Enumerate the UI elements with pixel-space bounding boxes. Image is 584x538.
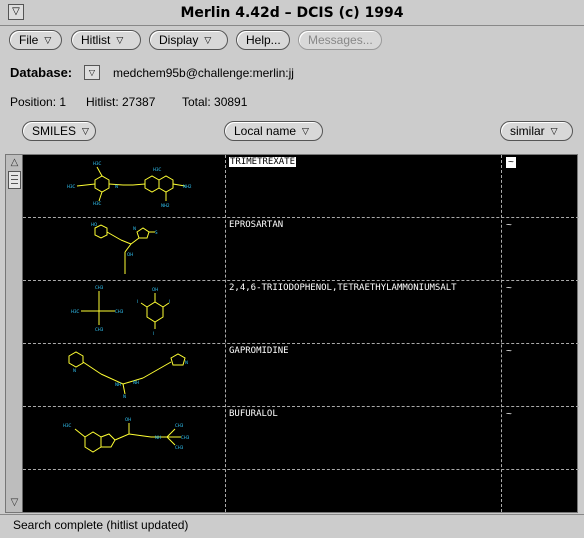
compound-name[interactable]: 2,4,6-TRIIODOPHENOL,TETRAETHYLAMMONIUMSA… — [229, 283, 457, 293]
structure-depiction: H3C H3C H3C N NH2 NH2 H3C — [67, 161, 192, 208]
structure-depiction: OH NH H3C CH3 CH3 CH3 — [63, 417, 190, 453]
svg-text:OH: OH — [152, 287, 158, 292]
database-label: Database: — [10, 65, 73, 80]
similarity-value: ~ — [506, 409, 512, 420]
smiles-column-label: SMILES — [32, 124, 77, 138]
table-row[interactable]: CH3 H3C CH3 CH3 OH I I I 2,4,6-TRIIODOPHENOL,… — [23, 281, 579, 344]
svg-text:NH2: NH2 — [161, 203, 170, 208]
local-name-column-label: Local name — [234, 124, 297, 138]
svg-text:H3C: H3C — [71, 309, 80, 314]
svg-text:I: I — [137, 299, 138, 304]
svg-text:CH3: CH3 — [175, 423, 184, 428]
position-readout: Position: 1 — [10, 95, 67, 109]
svg-text:CH3: CH3 — [95, 285, 104, 290]
svg-text:I: I — [153, 331, 154, 336]
display-menu-label: Display — [159, 33, 199, 47]
local-name-column-button[interactable]: Local name ▽ — [224, 121, 323, 141]
similarity-value: ~ — [506, 283, 512, 294]
table-row[interactable]: H3C H3C H3C N NH2 NH2 H3C TRIMETREXATE ~ — [23, 155, 579, 218]
hitlist-table: △ ▽ H3CH3CH3C NNH2NH2 H3C TRIMETREXA — [5, 154, 579, 513]
svg-text:N: N — [73, 368, 76, 373]
svg-text:H3C: H3C — [63, 423, 72, 428]
help-button-label: Help... — [246, 33, 281, 47]
chevron-down-icon: ▽ — [82, 126, 89, 136]
svg-text:NH2: NH2 — [183, 184, 192, 189]
hitlist-menu-label: Hitlist — [81, 33, 111, 47]
structure-depiction: CH3 H3C CH3 CH3 OH I I I — [71, 285, 170, 336]
svg-text:N: N — [133, 226, 136, 231]
title-bar: ▽ Merlin 4.42d – DCIS (c) 1994 — [0, 0, 584, 26]
compound-name[interactable]: BUFURALOL — [229, 409, 278, 419]
total-count: Total: 30891 — [182, 95, 248, 109]
chevron-down-icon: ▽ — [44, 35, 52, 45]
scroll-thumb[interactable] — [8, 171, 21, 189]
similar-column-label: similar — [510, 124, 545, 138]
chevron-down-icon: ▽ — [204, 35, 212, 45]
file-menu-button[interactable]: File ▽ — [9, 30, 62, 50]
svg-text:N: N — [185, 360, 188, 365]
svg-text:OH: OH — [125, 417, 131, 422]
svg-text:OH: OH — [127, 252, 133, 257]
svg-text:I: I — [169, 299, 170, 304]
svg-text:H3C: H3C — [67, 184, 76, 189]
similarity-value: ~ — [506, 157, 516, 168]
table-row[interactable]: OH NH H3C CH3 CH3 CH3 BUFURALOL ~ — [23, 407, 579, 470]
svg-text:NH: NH — [155, 435, 161, 440]
compound-name[interactable]: EPROSARTAN — [229, 220, 283, 230]
messages-button: Messages... — [298, 30, 382, 50]
svg-text:HO: HO — [91, 222, 97, 227]
similarity-value: ~ — [506, 220, 512, 231]
window-title: Merlin 4.42d – DCIS (c) 1994 — [180, 5, 404, 21]
scroll-down-icon[interactable]: ▽ — [8, 496, 21, 509]
svg-text:NH: NH — [133, 380, 139, 385]
svg-text:CH3: CH3 — [115, 309, 124, 314]
chevron-down-icon: ▽ — [116, 35, 124, 45]
scroll-up-icon[interactable]: △ — [8, 156, 21, 169]
messages-button-label: Messages... — [308, 33, 373, 47]
hitlist-menu-button[interactable]: Hitlist ▽ — [71, 30, 141, 50]
hitlist-count: Hitlist: 27387 — [86, 95, 156, 109]
help-button[interactable]: Help... — [236, 30, 290, 50]
database-dropdown-icon[interactable]: ▽ — [84, 65, 100, 80]
structure-depiction: HO S OH N — [91, 222, 158, 274]
svg-text:N: N — [115, 184, 118, 189]
svg-text:H3C: H3C — [93, 201, 102, 206]
table-row[interactable]: N NH N NH N GAPROMIDINE ~ — [23, 344, 579, 407]
similar-column-button[interactable]: similar ▽ — [500, 121, 573, 141]
svg-text:H3C: H3C — [153, 167, 162, 172]
status-bar: Search complete (hitlist updated) — [0, 514, 584, 538]
chevron-down-icon: ▽ — [302, 126, 309, 136]
svg-text:CH3: CH3 — [95, 327, 104, 332]
svg-text:NH: NH — [115, 382, 121, 387]
smiles-column-button[interactable]: SMILES ▽ — [22, 121, 96, 141]
svg-text:N: N — [123, 394, 126, 399]
table-row[interactable]: HO S OH N EPROSARTAN ~ — [23, 218, 579, 281]
database-value: medchem95b@challenge:merlin:jj — [113, 66, 294, 80]
similarity-value: ~ — [506, 346, 512, 357]
vertical-scrollbar[interactable]: △ ▽ — [6, 155, 23, 512]
compound-name[interactable]: TRIMETREXATE — [229, 157, 297, 167]
display-menu-button[interactable]: Display ▽ — [149, 30, 228, 50]
svg-text:CH3: CH3 — [181, 435, 190, 440]
structure-depiction: N NH N NH N — [68, 351, 188, 399]
svg-text:H3C: H3C — [93, 161, 102, 166]
chevron-down-icon: ▽ — [550, 126, 558, 136]
svg-text:S: S — [155, 230, 158, 235]
file-menu-label: File — [19, 33, 39, 47]
svg-text:CH3: CH3 — [175, 445, 184, 450]
compound-name[interactable]: GAPROMIDINE — [229, 346, 289, 356]
